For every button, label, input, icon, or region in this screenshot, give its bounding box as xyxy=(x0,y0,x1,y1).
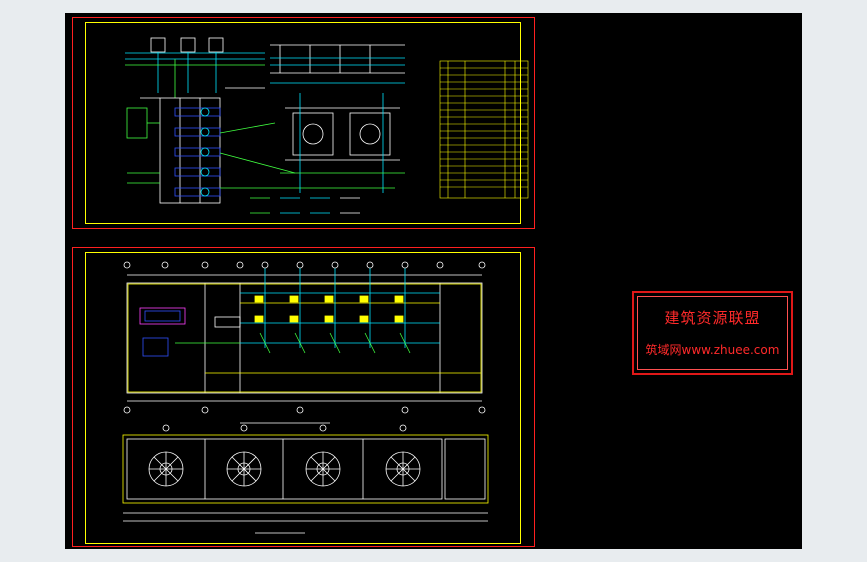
drawing-canvas xyxy=(122,37,529,534)
watermark-stamp: 建筑资源联盟 筑域网www.zhuee.com xyxy=(632,291,793,375)
tank-section xyxy=(122,424,489,534)
system-diagram xyxy=(125,37,405,214)
floor-plan xyxy=(123,261,486,424)
cad-viewport[interactable] xyxy=(65,13,802,549)
watermark-title: 建筑资源联盟 xyxy=(664,309,761,327)
equipment-table xyxy=(439,60,529,199)
watermark-subtitle: 筑域网www.zhuee.com xyxy=(645,343,780,357)
